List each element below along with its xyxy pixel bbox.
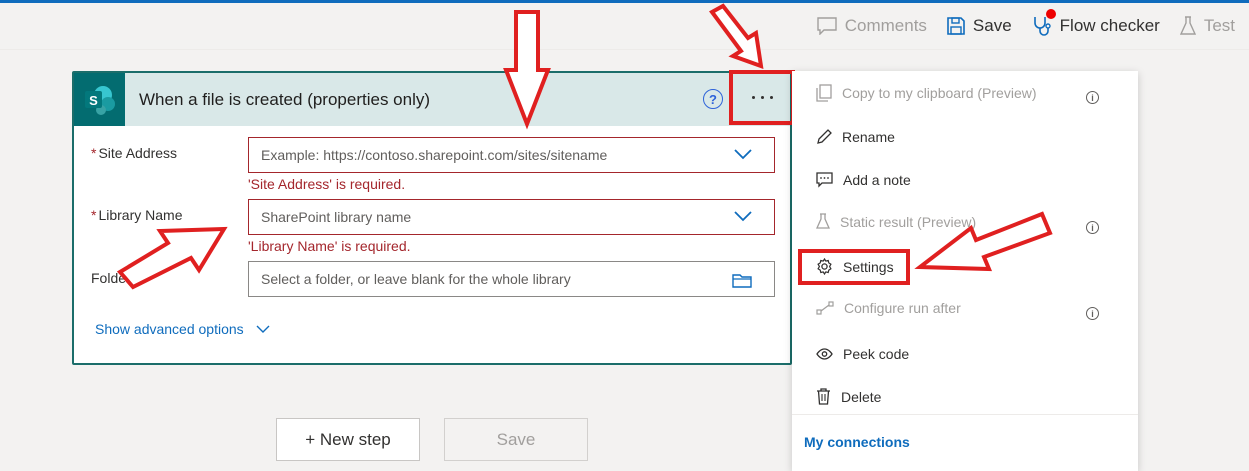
gear-icon: [817, 258, 832, 275]
stethoscope-icon: [1032, 9, 1056, 37]
dot-icon: [769, 96, 773, 99]
test-button[interactable]: Test: [1179, 16, 1235, 36]
library-name-label: * Library Name: [91, 207, 183, 223]
run-after-icon: [816, 301, 834, 315]
info-icon[interactable]: i: [1086, 91, 1099, 104]
flask-icon: [816, 213, 830, 229]
site-address-placeholder: Example: https://contoso.sharepoint.com/…: [261, 147, 608, 163]
help-icon[interactable]: ?: [703, 89, 723, 109]
menu-item-copy[interactable]: Copy to my clipboard (Preview): [816, 84, 1037, 102]
menu-item-static-result[interactable]: Static result (Preview): [816, 213, 976, 230]
folder-icon[interactable]: [732, 272, 752, 288]
menu-item-settings[interactable]: Settings: [816, 258, 894, 275]
comments-button[interactable]: Comments: [817, 16, 927, 36]
folder-label: Folder: [91, 270, 131, 286]
save-icon: [947, 17, 965, 35]
flow-checker-label: Flow checker: [1059, 16, 1160, 35]
save-button[interactable]: Save: [444, 418, 588, 461]
card-title: When a file is created (properties only): [139, 89, 431, 109]
flow-checker-button[interactable]: Flow checker: [1032, 9, 1160, 37]
menu-item-peek-code[interactable]: Peek code: [816, 346, 909, 362]
save-button-top[interactable]: Save: [947, 16, 1012, 36]
context-menu: Copy to my clipboard (Preview) i Rename …: [792, 71, 1138, 471]
test-label: Test: [1203, 16, 1235, 35]
menu-item-delete[interactable]: Delete: [816, 388, 881, 405]
library-name-error: 'Library Name' is required.: [248, 238, 411, 254]
copy-icon: [816, 84, 832, 102]
comments-label: Comments: [844, 16, 927, 35]
more-options-button[interactable]: [729, 70, 795, 125]
chevron-down-icon: [734, 149, 752, 160]
chevron-down-icon: [734, 211, 752, 222]
trash-icon: [817, 388, 830, 405]
comment-icon: [817, 17, 837, 35]
dot-icon: [760, 96, 764, 99]
svg-text:S: S: [89, 93, 98, 108]
dot-icon: [751, 96, 755, 99]
note-icon: [816, 172, 833, 188]
site-address-dropdown[interactable]: Example: https://contoso.sharepoint.com/…: [248, 137, 775, 173]
toolbar: Comments Save Flow checker Test: [0, 3, 1249, 50]
library-name-dropdown[interactable]: SharePoint library name: [248, 199, 775, 235]
menu-divider: [792, 414, 1138, 415]
flask-icon: [1179, 16, 1196, 35]
info-icon[interactable]: i: [1086, 307, 1099, 320]
folder-placeholder: Select a folder, or leave blank for the …: [261, 271, 571, 287]
chevron-down-icon: [256, 325, 270, 333]
save-label: Save: [972, 16, 1012, 35]
eye-icon: [816, 348, 833, 360]
my-connections-heading[interactable]: My connections: [804, 434, 910, 450]
sharepoint-icon: S: [74, 73, 125, 126]
site-address-error: 'Site Address' is required.: [248, 176, 406, 192]
folder-picker[interactable]: Select a folder, or leave blank for the …: [248, 261, 775, 297]
error-badge: [1045, 9, 1056, 19]
info-icon[interactable]: i: [1086, 221, 1099, 234]
card-header[interactable]: S When a file is created (properties onl…: [74, 70, 795, 126]
advanced-label: Show advanced options: [95, 321, 244, 337]
pencil-icon: [817, 129, 832, 144]
menu-item-rename[interactable]: Rename: [816, 129, 895, 145]
library-name-placeholder: SharePoint library name: [261, 209, 412, 225]
new-step-button[interactable]: + New step: [276, 418, 420, 461]
menu-item-configure-run-after[interactable]: Configure run after: [816, 300, 961, 316]
show-advanced-options[interactable]: Show advanced options: [95, 321, 270, 337]
site-address-label: * Site Address: [91, 145, 178, 161]
trigger-card: S When a file is created (properties onl…: [72, 70, 795, 365]
menu-item-add-note[interactable]: Add a note: [816, 172, 911, 188]
